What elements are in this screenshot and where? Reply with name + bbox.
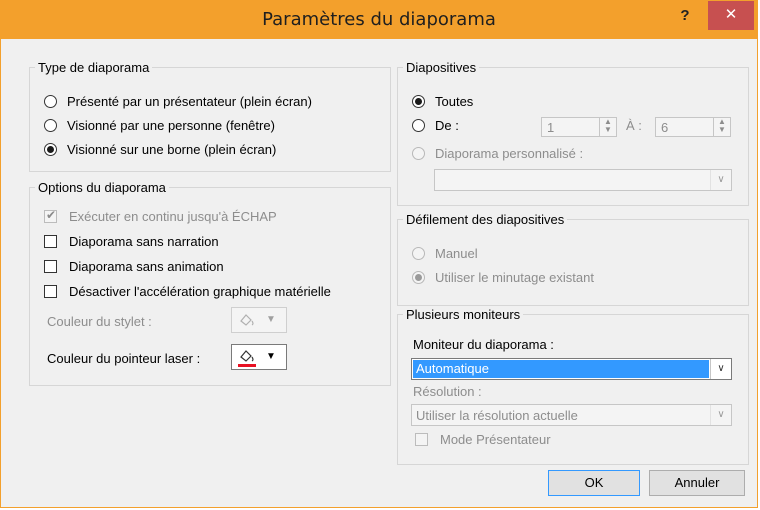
close-button[interactable]: ✕ — [708, 1, 754, 30]
chevron-down-icon: ▼ — [266, 314, 276, 325]
check-presenter-view[interactable]: Mode Présentateur — [415, 432, 551, 447]
checkbox-label: Exécuter en continu jusqu'à ÉCHAP — [69, 209, 277, 224]
radio-button-checked[interactable] — [412, 95, 425, 108]
radio-browsed-by-individual[interactable]: Visionné par une personne (fenêtre) — [44, 118, 275, 133]
radio-label: Utiliser le minutage existant — [435, 270, 594, 285]
paint-bucket-icon — [240, 314, 254, 326]
checkbox-checked-disabled[interactable]: ✔ — [44, 208, 57, 223]
laser-color-swatch — [238, 364, 256, 367]
title-bar[interactable]: Paramètres du diaporama ? ✕ — [1, 1, 757, 39]
radio-button[interactable] — [412, 119, 425, 132]
help-button[interactable]: ? — [677, 7, 693, 27]
check-loop-until-esc[interactable]: ✔ Exécuter en continu jusqu'à ÉCHAP — [44, 208, 277, 224]
radio-label: Visionné par une personne (fenêtre) — [67, 118, 275, 133]
dialog-title: Paramètres du diaporama — [262, 9, 496, 30]
to-slide-label: À : — [626, 118, 642, 133]
radio-browsed-at-kiosk[interactable]: Visionné sur une borne (plein écran) — [44, 142, 276, 157]
pen-color-label: Couleur du stylet : — [47, 314, 152, 329]
radio-label: Visionné sur une borne (plein écran) — [67, 142, 277, 157]
checkbox[interactable] — [44, 260, 57, 273]
slideshow-monitor-value: Automatique — [413, 360, 709, 378]
show-type-legend: Type de diaporama — [38, 60, 150, 75]
to-slide-stepper[interactable]: 6 ▲ ▼ — [655, 117, 731, 137]
show-options-legend: Options du diaporama — [38, 180, 166, 195]
check-no-animation[interactable]: Diaporama sans animation — [44, 259, 224, 274]
chevron-down-icon[interactable]: ∨ — [710, 359, 731, 379]
chevron-down-icon[interactable]: ∨ — [710, 405, 731, 425]
ok-button[interactable]: OK — [548, 470, 640, 496]
radio-label: De : — [435, 118, 459, 133]
dialog-content: Type de diaporama Présenté par un présen… — [7, 39, 751, 501]
spin-arrows-icon[interactable]: ▲ ▼ — [599, 118, 616, 136]
slideshow-monitor-label: Moniteur du diaporama : — [413, 337, 554, 352]
radio-manual-advance[interactable]: Manuel — [412, 246, 478, 261]
resolution-select[interactable]: Utiliser la résolution actuelle ∨ — [411, 404, 732, 426]
slides-legend: Diapositives — [406, 60, 477, 75]
cancel-button[interactable]: Annuler — [649, 470, 745, 496]
spin-arrows-icon[interactable]: ▲ ▼ — [713, 118, 730, 136]
radio-use-timings[interactable]: Utiliser le minutage existant — [412, 270, 594, 285]
checkbox-label: Diaporama sans narration — [69, 234, 219, 249]
checkbox-label: Mode Présentateur — [440, 432, 551, 447]
checkbox[interactable] — [44, 285, 57, 298]
radio-custom-show[interactable]: Diaporama personnalisé : — [412, 146, 583, 161]
radio-label: Présenté par un présentateur (plein écra… — [67, 94, 312, 109]
advance-slides-legend: Défilement des diapositives — [406, 212, 565, 227]
radio-button-disabled[interactable] — [412, 247, 425, 260]
from-slide-value: 1 — [547, 120, 555, 135]
custom-show-select[interactable]: ∨ — [434, 169, 732, 191]
slideshow-monitor-select[interactable]: Automatique ∨ — [411, 358, 732, 380]
dialog-window: Paramètres du diaporama ? ✕ Type de diap… — [0, 0, 758, 508]
radio-button-checked[interactable] — [44, 143, 57, 156]
checkbox-disabled[interactable] — [415, 433, 428, 446]
checkbox[interactable] — [44, 235, 57, 248]
resolution-value: Utiliser la résolution actuelle — [416, 408, 578, 423]
to-slide-value: 6 — [661, 120, 669, 135]
radio-button[interactable] — [44, 119, 57, 132]
radio-label: Toutes — [435, 94, 474, 109]
from-slide-stepper[interactable]: 1 ▲ ▼ — [541, 117, 617, 137]
radio-label: Diaporama personnalisé : — [435, 146, 584, 161]
radio-from-slide[interactable]: De : — [412, 118, 459, 133]
laser-color-label: Couleur du pointeur laser : — [47, 351, 201, 366]
radio-all-slides[interactable]: Toutes — [412, 94, 473, 109]
check-no-narration[interactable]: Diaporama sans narration — [44, 234, 219, 249]
laser-color-button[interactable]: ▼ — [231, 344, 287, 370]
resolution-label: Résolution : — [413, 384, 482, 399]
radio-button-checked-disabled[interactable] — [412, 271, 425, 284]
multiple-monitors-legend: Plusieurs moniteurs — [406, 307, 521, 322]
radio-label: Manuel — [435, 246, 478, 261]
checkbox-label: Désactiver l'accélération graphique maté… — [69, 284, 331, 299]
check-icon: ✔ — [46, 208, 57, 222]
radio-button-disabled[interactable] — [412, 147, 425, 160]
pen-color-button[interactable]: ▼ — [231, 307, 287, 333]
chevron-down-icon: ▼ — [266, 351, 276, 362]
paint-bucket-icon — [240, 350, 254, 362]
radio-presented-by-speaker[interactable]: Présenté par un présentateur (plein écra… — [44, 94, 312, 109]
radio-button[interactable] — [44, 95, 57, 108]
checkbox-label: Diaporama sans animation — [69, 259, 224, 274]
check-disable-hw-acceleration[interactable]: Désactiver l'accélération graphique maté… — [44, 284, 331, 299]
chevron-down-icon[interactable]: ∨ — [710, 170, 731, 190]
